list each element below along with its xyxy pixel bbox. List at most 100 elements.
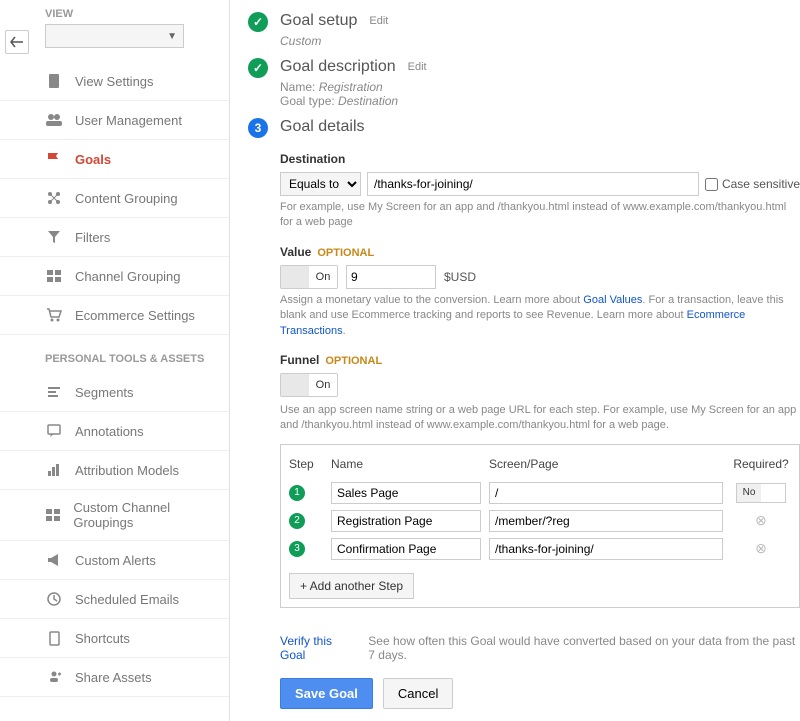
sidebar-item-user-management[interactable]: User Management (0, 101, 229, 140)
cart-icon (45, 306, 63, 324)
add-step-button[interactable]: + Add another Step (289, 573, 414, 599)
funnel-row: 3 ⊗ (289, 535, 791, 563)
step-screen-input[interactable] (489, 482, 723, 504)
sidebar-item-goals[interactable]: Goals (0, 140, 229, 179)
step-number-icon: 3 (248, 118, 268, 138)
sidebar-item-label: Ecommerce Settings (75, 308, 195, 323)
step-check-icon (248, 58, 268, 78)
value-toggle[interactable]: On (280, 265, 338, 289)
goal-type-value: Destination (338, 94, 398, 108)
case-sensitive-label: Case sensitive (722, 177, 800, 191)
toggle-on: On (309, 374, 337, 396)
sidebar-item-label: Filters (75, 230, 110, 245)
sidebar-item-label: Content Grouping (75, 191, 178, 206)
edit-goal-setup[interactable]: Edit (369, 15, 388, 27)
view-label: VIEW (0, 0, 229, 20)
sidebar-item-scheduled-emails[interactable]: Scheduled Emails (0, 580, 229, 619)
sidebar-item-view-settings[interactable]: View Settings (0, 62, 229, 101)
sidebar-item-content-grouping[interactable]: Content Grouping (0, 179, 229, 218)
sidebar-item-attribution[interactable]: Attribution Models (0, 451, 229, 490)
goal-details-title: Goal details (280, 118, 365, 136)
segments-icon (45, 383, 63, 401)
delete-step-icon[interactable]: ⊗ (755, 512, 767, 529)
shortcut-icon (45, 629, 63, 647)
name-label: Name: (280, 80, 315, 94)
sidebar-item-segments[interactable]: Segments (0, 373, 229, 412)
sidebar-item-label: Share Assets (75, 670, 152, 685)
funnel-help: Use an app screen name string or a web p… (280, 403, 800, 434)
sidebar-item-label: Annotations (75, 424, 144, 439)
sidebar-item-label: Goals (75, 152, 111, 167)
goal-description-title: Goal description (280, 58, 396, 76)
speech-icon (45, 422, 63, 440)
sidebar-item-channel-grouping[interactable]: Channel Grouping (0, 257, 229, 296)
value-label: Value (280, 245, 311, 259)
toggle-off (281, 374, 309, 396)
sidebar-item-label: View Settings (75, 74, 154, 89)
step-screen-input[interactable] (489, 510, 723, 532)
step-check-icon (248, 12, 268, 32)
step-name-input[interactable] (331, 538, 481, 560)
step-number: 2 (289, 513, 305, 529)
sidebar-item-label: Scheduled Emails (75, 592, 179, 607)
sidebar-item-shortcuts[interactable]: Shortcuts (0, 619, 229, 658)
sidebar-item-share-assets[interactable]: Share Assets (0, 658, 229, 697)
goal-setup-sub: Custom (280, 34, 800, 48)
optional-badge: OPTIONAL (317, 247, 374, 259)
sidebar-item-custom-channel[interactable]: Custom Channel Groupings (0, 490, 229, 541)
case-sensitive-checkbox[interactable] (705, 178, 718, 191)
sidebar-item-label: Segments (75, 385, 134, 400)
view-selector[interactable]: ▼ (45, 24, 184, 48)
optional-badge: OPTIONAL (325, 355, 382, 367)
funnel-table: Step Name Screen/Page Required? 1 No 2 ⊗ (280, 444, 800, 608)
col-required: Required? (731, 457, 791, 471)
value-help: Assign a monetary value to the conversio… (280, 293, 800, 339)
sidebar: VIEW ▼ View Settings User Management Goa… (0, 0, 230, 721)
megaphone-icon (45, 551, 63, 569)
funnel-label: Funnel (280, 353, 319, 367)
channel-icon (45, 267, 63, 285)
sidebar-item-label: Shortcuts (75, 631, 130, 646)
delete-step-icon[interactable]: ⊗ (755, 540, 767, 557)
bars-icon (45, 461, 63, 479)
sidebar-item-label: Custom Alerts (75, 553, 156, 568)
clock-icon (45, 590, 63, 608)
sidebar-item-annotations[interactable]: Annotations (0, 412, 229, 451)
toggle-on: On (309, 266, 337, 288)
funnel-row: 1 No (289, 479, 791, 507)
step-number: 1 (289, 485, 305, 501)
goal-values-link[interactable]: Goal Values (583, 294, 642, 306)
funnel-toggle[interactable]: On (280, 373, 338, 397)
required-toggle[interactable]: No (736, 483, 786, 503)
share-icon (45, 668, 63, 686)
toggle-off (281, 266, 309, 288)
sidebar-item-label: User Management (75, 113, 182, 128)
step-number: 3 (289, 541, 305, 557)
back-button[interactable] (5, 30, 29, 54)
col-screen: Screen/Page (489, 457, 723, 471)
cancel-button[interactable]: Cancel (383, 678, 453, 709)
personal-tools-label: PERSONAL TOOLS & ASSETS (0, 335, 229, 373)
step-screen-input[interactable] (489, 538, 723, 560)
caret-down-icon: ▼ (167, 31, 177, 42)
goal-name-value: Registration (319, 80, 383, 94)
grouping-icon (45, 189, 63, 207)
sidebar-item-filters[interactable]: Filters (0, 218, 229, 257)
col-step: Step (289, 457, 323, 471)
value-amount-input[interactable] (346, 265, 436, 289)
currency-label: $USD (444, 270, 476, 284)
destination-input[interactable] (367, 172, 699, 196)
type-label: Goal type: (280, 94, 335, 108)
sidebar-item-label: Attribution Models (75, 463, 179, 478)
sidebar-item-ecommerce[interactable]: Ecommerce Settings (0, 296, 229, 335)
funnel-row: 2 ⊗ (289, 507, 791, 535)
save-goal-button[interactable]: Save Goal (280, 678, 373, 709)
users-icon (45, 111, 63, 129)
destination-operator-select[interactable]: Equals to (280, 172, 361, 196)
step-name-input[interactable] (331, 510, 481, 532)
edit-goal-description[interactable]: Edit (408, 61, 427, 73)
step-name-input[interactable] (331, 482, 481, 504)
sidebar-item-custom-alerts[interactable]: Custom Alerts (0, 541, 229, 580)
goal-setup-title: Goal setup (280, 12, 357, 30)
destination-label: Destination (280, 152, 800, 166)
